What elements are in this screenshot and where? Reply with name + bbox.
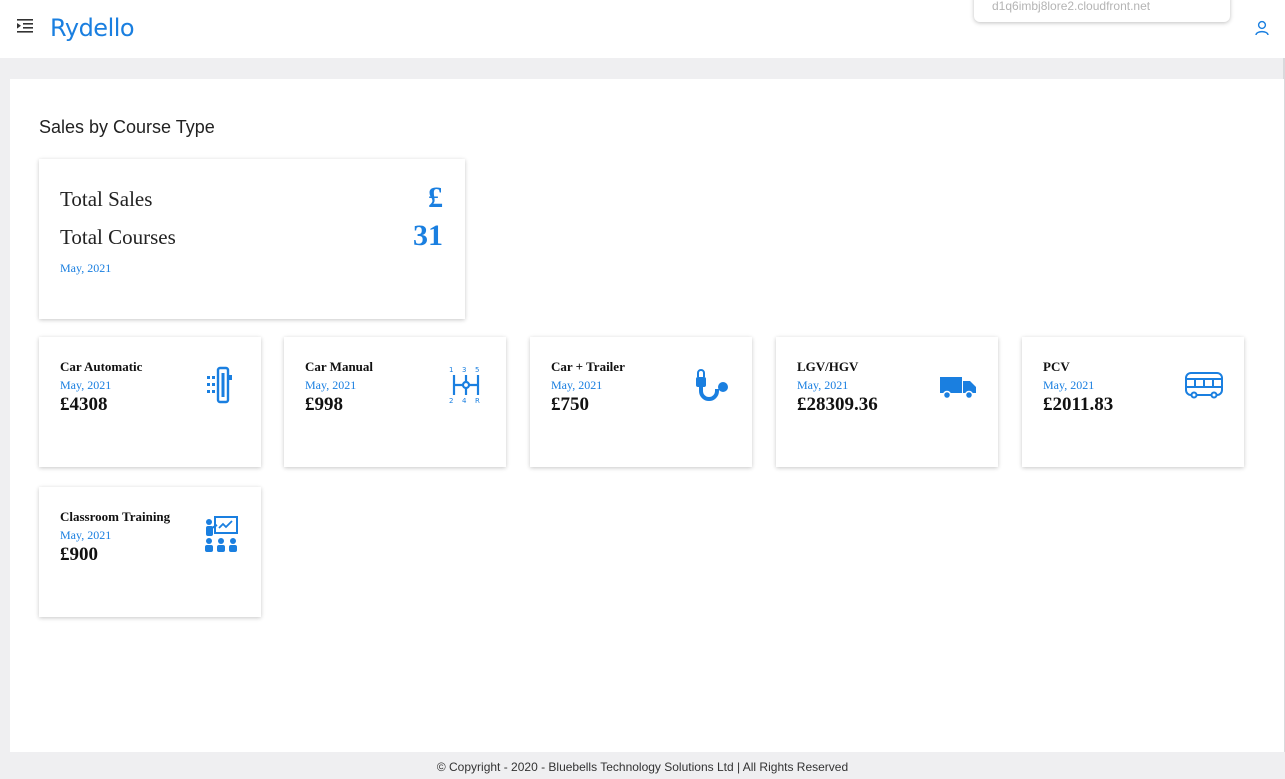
svg-text:R: R <box>475 397 480 405</box>
page-title: Sales by Course Type <box>39 117 215 137</box>
course-period: May, 2021 <box>305 378 357 392</box>
svg-text:5: 5 <box>475 366 479 374</box>
course-name: Classroom Training <box>60 509 171 524</box>
course-name: Car Automatic <box>60 359 143 374</box>
total-sales-label: Total Sales <box>60 187 153 211</box>
total-courses-value: 31 <box>413 219 443 252</box>
bus-icon <box>1184 365 1224 405</box>
course-name: LGV/HGV <box>797 359 859 374</box>
menu-toggle-icon[interactable] <box>17 18 35 34</box>
course-period: May, 2021 <box>60 378 112 392</box>
course-value: £750 <box>551 394 589 415</box>
url-text: d1q6imbj8lore2.cloudfront.net <box>992 0 1151 13</box>
course-value: £28309.36 <box>797 394 878 415</box>
course-card-car-automatic[interactable]: Car Automatic May, 2021 £4308 <box>39 337 261 467</box>
svg-text:4: 4 <box>462 397 467 405</box>
course-value: £900 <box>60 544 98 565</box>
course-card-pcv[interactable]: PCV May, 2021 £2011.83 <box>1022 337 1244 467</box>
summary-card: Total Sales £ Total Courses 31 May, 2021 <box>39 159 465 319</box>
course-name: Car Manual <box>305 359 374 374</box>
svg-text:2: 2 <box>449 397 453 405</box>
course-card-classroom-training[interactable]: Classroom Training May, 2021 £900 <box>39 487 261 617</box>
total-courses-label: Total Courses <box>60 225 176 249</box>
main-panel: Sales by Course Type Total Sales £ Total… <box>10 79 1284 752</box>
footer-copyright: © Copyright - 2020 - Bluebells Technolog… <box>436 760 849 774</box>
course-card-lgv-hgv[interactable]: LGV/HGV May, 2021 £28309.36 <box>776 337 998 467</box>
classroom-icon <box>201 515 241 555</box>
top-bar: Rydello d1q6imbj8lore2.cloudfront.net <box>0 0 1285 58</box>
course-period: May, 2021 <box>60 528 112 542</box>
course-value: £4308 <box>60 394 108 415</box>
course-card-car-trailer[interactable]: Car + Trailer May, 2021 £750 <box>530 337 752 467</box>
svg-text:3: 3 <box>462 366 466 374</box>
svg-text:1: 1 <box>449 366 453 374</box>
course-card-car-manual[interactable]: Car Manual May, 2021 £998 1 3 5 2 4 R <box>284 337 506 467</box>
truck-icon <box>938 365 978 405</box>
manual-gearbox-icon: 1 3 5 2 4 R <box>446 365 486 405</box>
course-name: Car + Trailer <box>551 359 625 374</box>
gear-stick-icon <box>201 365 241 405</box>
app-logo[interactable]: Rydello <box>50 14 135 42</box>
tow-hitch-icon <box>692 365 732 405</box>
url-tooltip: d1q6imbj8lore2.cloudfront.net <box>974 0 1230 22</box>
course-name: PCV <box>1043 359 1070 374</box>
course-period: May, 2021 <box>551 378 603 392</box>
total-sales-value: £ <box>428 181 443 214</box>
user-icon[interactable] <box>1254 20 1270 36</box>
course-value: £2011.83 <box>1043 394 1114 415</box>
course-period: May, 2021 <box>1043 378 1095 392</box>
course-period: May, 2021 <box>797 378 849 392</box>
summary-period: May, 2021 <box>60 261 112 275</box>
course-value: £998 <box>305 394 343 415</box>
